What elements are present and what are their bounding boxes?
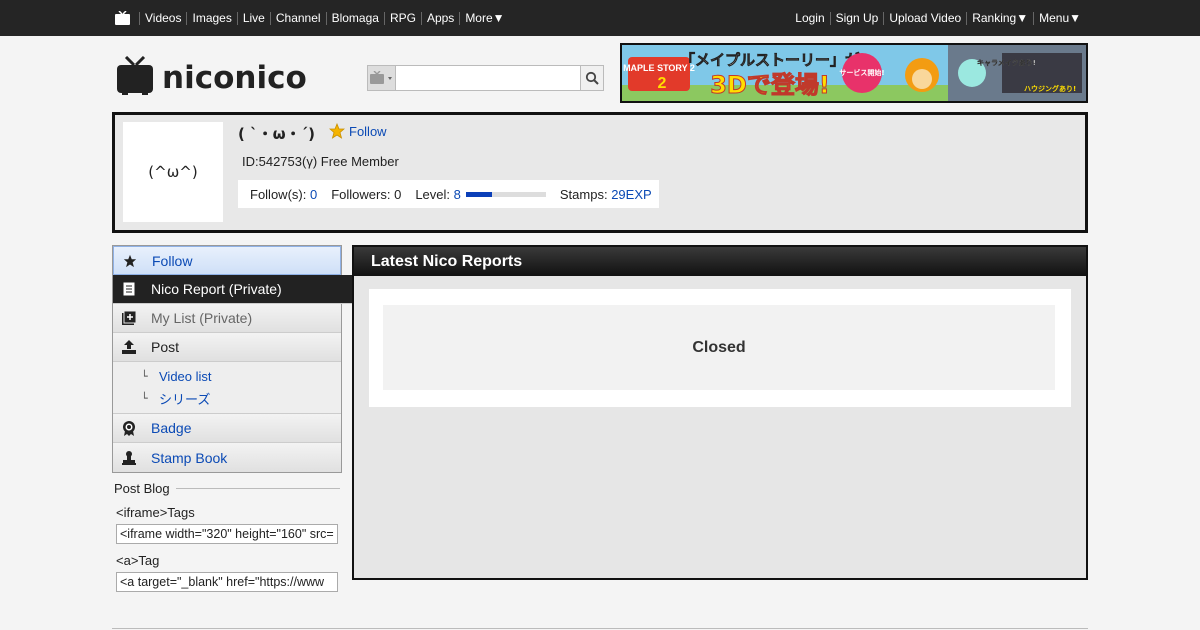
follow-button[interactable]: Follow: [329, 123, 387, 139]
sidebar-item-label: Stamp Book: [151, 449, 228, 466]
tv-category-icon: [370, 71, 393, 84]
top-nav-bar: Videos Images Live Channel Blomaga RPG A…: [0, 0, 1200, 36]
post-blog-section: Post Blog <iframe>Tags <iframe width="32…: [114, 480, 340, 592]
submenu-video-list[interactable]: └ Video list: [141, 365, 341, 387]
nav-blomaga[interactable]: Blomaga: [325, 11, 384, 25]
level-value: 8: [453, 186, 461, 202]
nav-rpg[interactable]: RPG: [383, 11, 421, 25]
follows-label: Follow(s):: [250, 186, 307, 202]
nav-channel[interactable]: Channel: [269, 11, 326, 25]
corner-glyph: └: [141, 391, 148, 405]
sidebar-item-nico-report[interactable]: Nico Report (Private): [113, 275, 353, 304]
reports-status: Closed: [383, 305, 1055, 390]
svg-text:3Dで登場!: 3Dで登場!: [710, 71, 830, 99]
post-blog-title-text: Post Blog: [114, 480, 170, 496]
svg-text:キャラメイクあり!: キャラメイクあり!: [977, 58, 1036, 67]
stamp-icon: [121, 450, 137, 466]
a-code-field[interactable]: <a target="_blank" href="https://www: [116, 572, 338, 592]
upload-video-link[interactable]: Upload Video: [883, 11, 966, 25]
follows-count[interactable]: 0: [310, 187, 317, 202]
stamps-value[interactable]: 29EXP: [611, 187, 651, 202]
sidebar-item-mylist[interactable]: My List (Private): [113, 304, 341, 333]
sidebar-item-label: Post: [151, 339, 180, 355]
svg-text:「メイプルストーリー」が: 「メイプルストーリー」が: [680, 51, 861, 69]
upload-icon: [121, 339, 137, 355]
svg-text:ハウジングあり!: ハウジングあり!: [1024, 84, 1076, 93]
level-label: Level:: [415, 186, 451, 202]
sidebar-item-label: Follow: [152, 252, 193, 269]
divider: [175, 487, 340, 489]
nav-live[interactable]: Live: [236, 11, 270, 25]
follow-label[interactable]: Follow: [349, 124, 387, 139]
signup-link[interactable]: Sign Up: [829, 11, 884, 25]
logo-tv-icon: [117, 55, 153, 95]
ranking-menu[interactable]: Ranking▼: [966, 11, 1033, 25]
search-category-select[interactable]: [368, 66, 396, 90]
mylist-icon: [121, 310, 137, 326]
user-id: ID:542753(γ) Free Member: [242, 154, 399, 169]
stamps-label: Stamps:: [559, 186, 608, 202]
a-tag-label: <a>Tag: [116, 553, 160, 568]
star-icon: [122, 253, 138, 269]
sidebar-item-follow[interactable]: Follow: [113, 246, 341, 275]
niconico-tv-icon[interactable]: [114, 11, 131, 25]
followers-label: Followers:: [331, 186, 391, 202]
search-icon: [585, 71, 599, 85]
iframe-tag-label: <iframe>Tags: [116, 505, 195, 520]
nav-apps[interactable]: Apps: [420, 11, 459, 25]
niconico-logo[interactable]: niconico: [116, 55, 356, 96]
avatar: (^ω^): [123, 122, 223, 222]
nav-more[interactable]: More▼: [459, 11, 509, 25]
iframe-code-field[interactable]: <iframe width="320" height="160" src=: [116, 524, 338, 544]
footer-divider: [112, 628, 1088, 629]
submenu-label: シリーズ: [159, 391, 211, 407]
level-progress-bar: [465, 191, 546, 197]
sidebar-item-post[interactable]: Post: [113, 333, 341, 362]
level-progress-fill: [465, 191, 493, 197]
main-menu[interactable]: Menu▼: [1033, 11, 1086, 25]
star-icon: [329, 123, 345, 139]
badge-icon: [121, 420, 137, 436]
profile-panel: (^ω^) ( `・ω・´) Follow ID:542753(γ) Free …: [112, 112, 1088, 233]
svg-text:2: 2: [658, 75, 667, 92]
sidebar-item-stamp-book[interactable]: Stamp Book: [113, 443, 341, 472]
post-blog-title: Post Blog: [114, 480, 340, 496]
latest-reports-panel: Latest Nico Reports Closed: [352, 245, 1088, 580]
svg-text:サービス開始!: サービス開始!: [839, 68, 884, 77]
sidebar-item-label: My List (Private): [151, 310, 253, 326]
submenu-label: Video list: [159, 368, 212, 384]
post-submenu: └ Video list └ シリーズ: [113, 362, 341, 414]
document-icon: [121, 281, 137, 297]
sidebar-menu: Follow Nico Report (Private) My List (Pr…: [112, 245, 353, 473]
reports-content: Closed: [369, 289, 1071, 407]
search-button[interactable]: [579, 66, 603, 90]
profile-stats: Follow(s): 0 Followers: 0 Level: 8 Stamp…: [238, 180, 659, 208]
reports-title: Latest Nico Reports: [354, 247, 1086, 276]
search-input[interactable]: [395, 66, 580, 90]
nav-images[interactable]: Images: [186, 11, 236, 25]
login-link[interactable]: Login: [790, 11, 829, 25]
sidebar-item-badge[interactable]: Badge: [113, 414, 341, 443]
sidebar-item-label: Badge: [151, 420, 192, 436]
nav-videos[interactable]: Videos: [139, 11, 186, 25]
submenu-series[interactable]: └ シリーズ: [141, 387, 341, 409]
search-box: [367, 65, 604, 91]
followers-count: 0: [394, 186, 402, 202]
sidebar-item-label: Nico Report (Private): [151, 281, 282, 297]
svg-text:niconico: niconico: [162, 60, 307, 96]
corner-glyph: └: [141, 369, 148, 383]
ad-banner[interactable]: MAPLE STORY 2 2 「メイプルストーリー」が 3Dで登場! サービス…: [620, 43, 1088, 103]
nickname: ( `・ω・´): [238, 125, 315, 143]
